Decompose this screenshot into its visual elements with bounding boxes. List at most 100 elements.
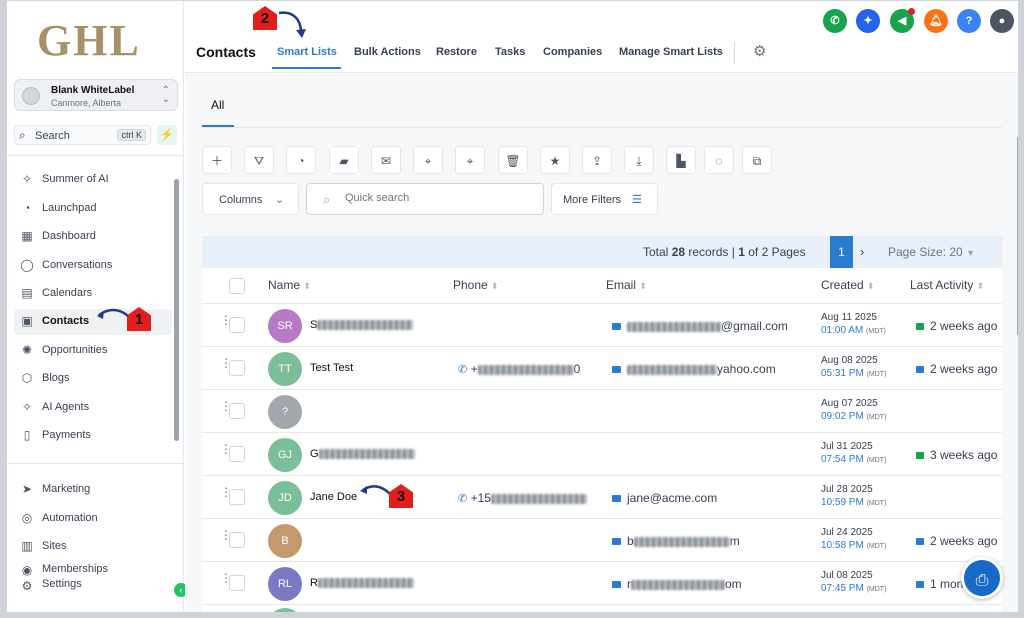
sidebar-item-conversations[interactable]: ◯ Conversations [14,253,172,279]
gear-icon[interactable]: ⚙ [753,42,766,60]
mail-icon [612,495,621,503]
table-row[interactable]: ⋮ B bm Jul 24 2025 10:58 PM (MDT) 2 weeks… [202,519,1002,562]
sidebar-item-payments[interactable]: ▯ Payments [14,423,172,449]
select-all-checkbox[interactable] [229,278,245,294]
sidebar-item-memberships[interactable]: ◉ Memberships [14,563,172,577]
phone-icon[interactable]: ✆ [823,9,847,33]
sidebar-item-opportunities[interactable]: ✺ Opportunities [14,338,172,364]
annotation-badge-3: 3 [389,484,413,508]
contact-email[interactable]: yahoo.com [612,362,776,376]
row-checkbox[interactable] [229,446,245,462]
sidebar-item-calendars[interactable]: ▤ Calendars [14,281,172,307]
next-page-icon[interactable]: › [860,244,864,259]
avatar[interactable]: ● [990,9,1014,33]
row-checkbox[interactable] [229,532,245,548]
sidebar-item-ai-agents[interactable]: ✧ AI Agents [14,395,172,421]
contact-phone[interactable]: ✆ +15 [458,491,587,505]
delete-button[interactable]: 🗑︎ [498,146,528,174]
table-row[interactable]: ⋮ RL R r om Jul 08 2025 07:45 PM (MDT) 1 m… [202,562,1002,605]
sidebar-item-label: Dashboard [42,230,96,242]
divider [734,42,735,64]
column-header-email[interactable]: Email ⬍ [606,278,647,292]
column-header-last-activity[interactable]: Last Activity ⬍ [910,278,984,292]
avatar: B [268,524,302,558]
sidebar-item-summer-of-ai[interactable]: ✧ Summer of AI [14,167,172,193]
sidebar-item-settings[interactable]: ⚙ Settings [14,578,172,594]
sidebar-item-launchpad[interactable]: ◔ Launchpad [14,196,172,222]
sidebar-item-label: Calendars [42,287,93,299]
content-scrollbar[interactable] [1017,136,1018,336]
company-button[interactable]: ▙ [666,146,696,174]
sidebar-item-label: Settings [42,578,82,590]
table-row[interactable]: ⋮ ? Aug 07 2025 09:02 PM (MDT) [202,390,1002,433]
table-row[interactable]: ⋮ TT Test Test ✆ +0 yahoo.com Aug 08 202… [202,347,1002,390]
filter-button[interactable]: ⛛ [244,146,274,174]
table-row[interactable]: ⋮ JD Jane Doe 3 ✆ +15 jane@acme.com Jul … [202,476,1002,519]
row-checkbox[interactable] [229,575,245,591]
page-size-select[interactable]: Page Size: 20 ▼ [888,245,975,259]
chevron-down-icon: ⌄ [275,194,285,206]
more-filters-button[interactable]: More Filters ☰ [551,183,658,215]
account-switcher[interactable]: Blank WhiteLabel Canmore, Alberta ⌃ ⌄ [14,79,178,111]
opportunities-icon: ✺ [21,343,33,357]
contact-name[interactable]: S [310,319,414,331]
contact-email[interactable]: jane@acme.com [612,491,717,505]
table-row[interactable]: ⋮ GJ G Jul 31 2025 07:54 PM (MDT) 3 weeks… [202,433,1002,476]
add-tag-button[interactable]: ⌖ [413,146,443,174]
row-checkbox[interactable] [229,360,245,376]
column-header-created[interactable]: Created ⬍ [821,278,875,292]
sidebar-scrollbar[interactable] [174,179,179,441]
contact-name[interactable]: Test Test [310,362,353,374]
sidebar-item-automation[interactable]: ◎ Automation [14,506,172,532]
columns-button[interactable]: Columns ⌄ [202,183,299,215]
merge-button[interactable]: ⧉ [742,146,772,174]
tab-companies[interactable]: Companies [543,46,602,58]
column-header-phone[interactable]: Phone ⬍ [453,278,499,292]
contact-name[interactable]: G [310,448,415,460]
bolt-icon[interactable]: ⚡ [157,125,177,145]
sidebar-item-marketing[interactable]: ➤ Marketing [14,477,172,503]
sidebar-item-sites[interactable]: ▥ Sites [14,534,172,560]
payments-icon: ▯ [23,428,31,442]
review-button[interactable]: ★ [540,146,570,174]
contact-email[interactable]: bm [612,534,740,548]
contact-phone[interactable]: ✆ +0 [458,362,580,376]
add-contact-button[interactable]: ＋ [202,146,232,174]
contact-name[interactable]: R [310,577,414,589]
bell-icon[interactable]: 🔔︎ [924,9,948,33]
automation-button[interactable]: ◔ [286,146,316,174]
table-row[interactable]: ⋮ SR S @gmail.com Aug 11 2025 01:00 AM (M… [202,304,1002,347]
row-checkbox[interactable] [229,489,245,505]
remove-tag-button[interactable]: ⌖ [455,146,485,174]
email-button[interactable]: ✉ [371,146,401,174]
sidebar-item-label: AI Agents [42,401,90,413]
sidebar-item-label: Blogs [42,372,70,384]
help-icon[interactable]: ? [957,9,981,33]
column-header-name[interactable]: Name ⬍ [268,278,311,292]
sms-button[interactable]: ▰ [329,146,359,174]
chat-widget-button[interactable]: ⎙ [961,557,1003,599]
tab-all[interactable]: All [211,98,224,112]
row-checkbox[interactable] [229,317,245,333]
row-checkbox[interactable] [229,403,245,419]
automation-icon: ◔ [297,154,305,168]
sidebar-item-blogs[interactable]: ⬡ Blogs [14,366,172,392]
magic-icon[interactable]: ✦ [856,9,880,33]
tab-tasks[interactable]: Tasks [495,46,525,58]
table-row[interactable] [202,605,1002,612]
contact-name[interactable]: Jane Doe [310,491,357,503]
tab-smart-lists[interactable]: Smart Lists [277,46,337,58]
contact-email[interactable]: @gmail.com [612,319,788,333]
search-input[interactable]: ⌕ Search ctrl K [14,125,151,145]
whatsapp-button[interactable]: ◌ [704,146,734,174]
export-button[interactable]: ⇪ [582,146,612,174]
quick-search-input[interactable] [345,192,525,204]
contact-email[interactable]: r om [612,577,742,591]
sidebar-item-dashboard[interactable]: ▦ Dashboard [14,224,172,250]
automation-icon: ◎ [21,511,33,525]
import-button[interactable]: ⤓ [624,146,654,174]
tab-bulk-actions[interactable]: Bulk Actions [354,46,421,58]
tab-restore[interactable]: Restore [436,46,477,58]
page-1-button[interactable]: 1 [830,236,853,268]
tab-manage-smart-lists[interactable]: Manage Smart Lists [619,46,723,58]
